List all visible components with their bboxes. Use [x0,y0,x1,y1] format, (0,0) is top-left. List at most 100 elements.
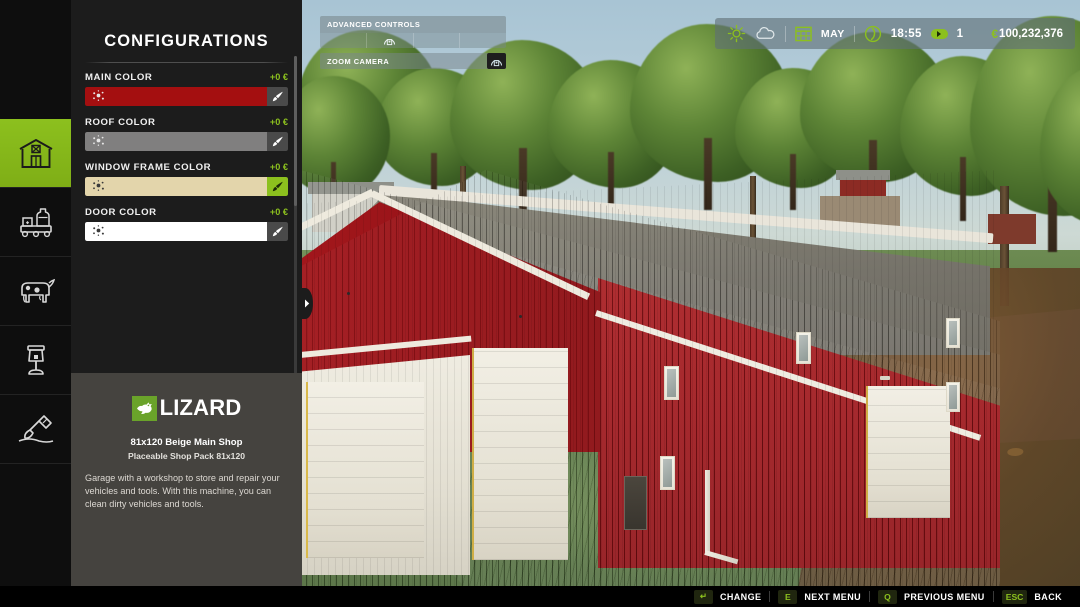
hint-back[interactable]: ESC BACK [994,589,1070,604]
config-row[interactable]: DOOR COLOR +0 € [85,207,288,241]
color-swatch-control[interactable] [85,132,288,151]
config-label: ROOF COLOR [85,117,156,128]
config-row-header: DOOR COLOR +0 € [85,207,288,218]
config-row[interactable]: MAIN COLOR +0 € [85,72,288,106]
paint-splatter-icon [92,223,105,241]
color-swatch[interactable] [85,87,267,106]
color-swatch[interactable] [85,222,267,241]
color-picker-button[interactable] [267,177,288,196]
panel-scrollbar[interactable] [294,56,297,374]
config-row-header: WINDOW FRAME COLOR +0 € [85,162,288,173]
config-price: +0 € [269,72,288,82]
shovel-icon [18,415,53,443]
hud-time: 18:55 [890,27,922,40]
item-description: Garage with a workshop to store and repa… [85,473,280,509]
config-price: +0 € [269,117,288,127]
config-row[interactable]: ROOF COLOR +0 € [85,117,288,151]
paint-splatter-icon [92,178,105,196]
config-label: WINDOW FRAME COLOR [85,162,212,173]
hint-label: NEXT MENU [804,591,861,602]
hud-month: MAY [820,27,845,40]
adv-cell-3[interactable] [414,33,461,48]
sidebar-item-production[interactable] [0,188,71,257]
hint-next-menu[interactable]: E NEXT MENU [770,589,869,604]
config-row[interactable]: WINDOW FRAME COLOR +0 € [85,162,288,196]
config-label: DOOR COLOR [85,207,157,218]
config-price: +0 € [269,207,288,217]
money-amount: 100,232,376 [999,27,1063,40]
color-swatch-control[interactable] [85,87,288,106]
keycap[interactable]: ↵ [693,589,713,604]
currency-symbol: € [991,26,999,41]
keycap[interactable]: ESC [1001,589,1028,604]
barn-building [300,170,1000,586]
color-swatch-control[interactable] [85,177,288,196]
brand-logo: LIZARD [85,395,288,421]
cloud-icon [756,26,775,39]
config-price: +0 € [269,162,288,172]
color-swatch[interactable] [85,177,267,196]
color-picker-button[interactable] [267,87,288,106]
zoom-camera-label: ZOOM CAMERA [327,56,390,66]
paint-splatter-icon [93,179,104,191]
barn-garage-door [472,348,568,560]
item-name: 81x120 Beige Main Shop [130,437,243,448]
sun-icon [727,24,746,43]
zoom-camera-row[interactable]: ZOOM CAMERA [320,53,506,69]
color-picker-button[interactable] [267,132,288,151]
camera-icon [490,59,503,66]
paint-splatter-icon [93,134,104,146]
configuration-list: MAIN COLOR +0 € ROOF COLOR +0 € WINDOW FRAME… [71,63,302,241]
barn-side-garage-door [866,386,950,518]
keycap[interactable]: Q [878,589,897,604]
paint-splatter-icon [92,133,105,151]
hint-label: BACK [1034,591,1062,602]
barn-window [946,382,960,412]
sidebar-item-buildings[interactable] [0,119,71,188]
paint-brush-icon [272,226,283,237]
adv-cell-1[interactable] [320,33,367,48]
zoom-camera-key[interactable] [487,53,506,69]
color-swatch-control[interactable] [85,222,288,241]
lizard-glyph [136,401,152,414]
camera-icon [384,39,396,46]
config-label: MAIN COLOR [85,72,153,83]
color-swatch[interactable] [85,132,267,151]
item-subtitle: Placeable Shop Pack 81x120 [127,451,246,461]
barn-entry-door [624,476,647,530]
hud-money: € 100,232,376 [991,27,1063,41]
production-icon [19,208,52,238]
adv-cell-camera[interactable] [367,33,414,48]
hud-status-bar: MAY 18:55 1 € 100,232,376 [714,18,1075,49]
clock-icon [864,25,881,42]
lamp-icon [26,345,45,375]
hint-label: CHANGE [719,591,762,602]
barn-main-door [306,382,424,558]
hud-speed: 1 [956,27,964,40]
lizard-icon [131,395,157,421]
barn-window [946,318,960,348]
bottom-hint-bar: ↵ CHANGE E NEXT MENU Q PREVIOUS MENU ESC BACK [0,586,1080,607]
barn-window [796,332,811,364]
adv-cell-4[interactable] [460,33,506,48]
color-picker-button[interactable] [267,222,288,241]
game-viewport[interactable] [300,0,1080,586]
sidebar-item-terrain[interactable] [0,395,71,464]
sidebar-item-decorations[interactable] [0,326,71,395]
hint-label: PREVIOUS MENU [904,591,985,602]
calendar-icon [795,26,812,42]
paint-splatter-icon [93,224,104,236]
config-row-header: MAIN COLOR +0 € [85,72,288,83]
hud-divider [784,25,786,42]
config-row-header: ROOF COLOR +0 € [85,117,288,128]
paint-splatter-icon [92,88,105,106]
advanced-controls-box[interactable]: ADVANCED CONTROLS ZOOM CAMERA [320,16,506,69]
scrollbar-thumb[interactable] [294,56,297,206]
hint-previous-menu[interactable]: Q PREVIOUS MENU [870,589,993,604]
hint-change[interactable]: ↵ CHANGE [686,589,769,604]
paint-brush-icon [272,181,283,192]
keycap[interactable]: E [778,589,798,604]
paint-brush-icon [272,136,283,147]
sidebar-item-animals[interactable] [0,257,71,326]
